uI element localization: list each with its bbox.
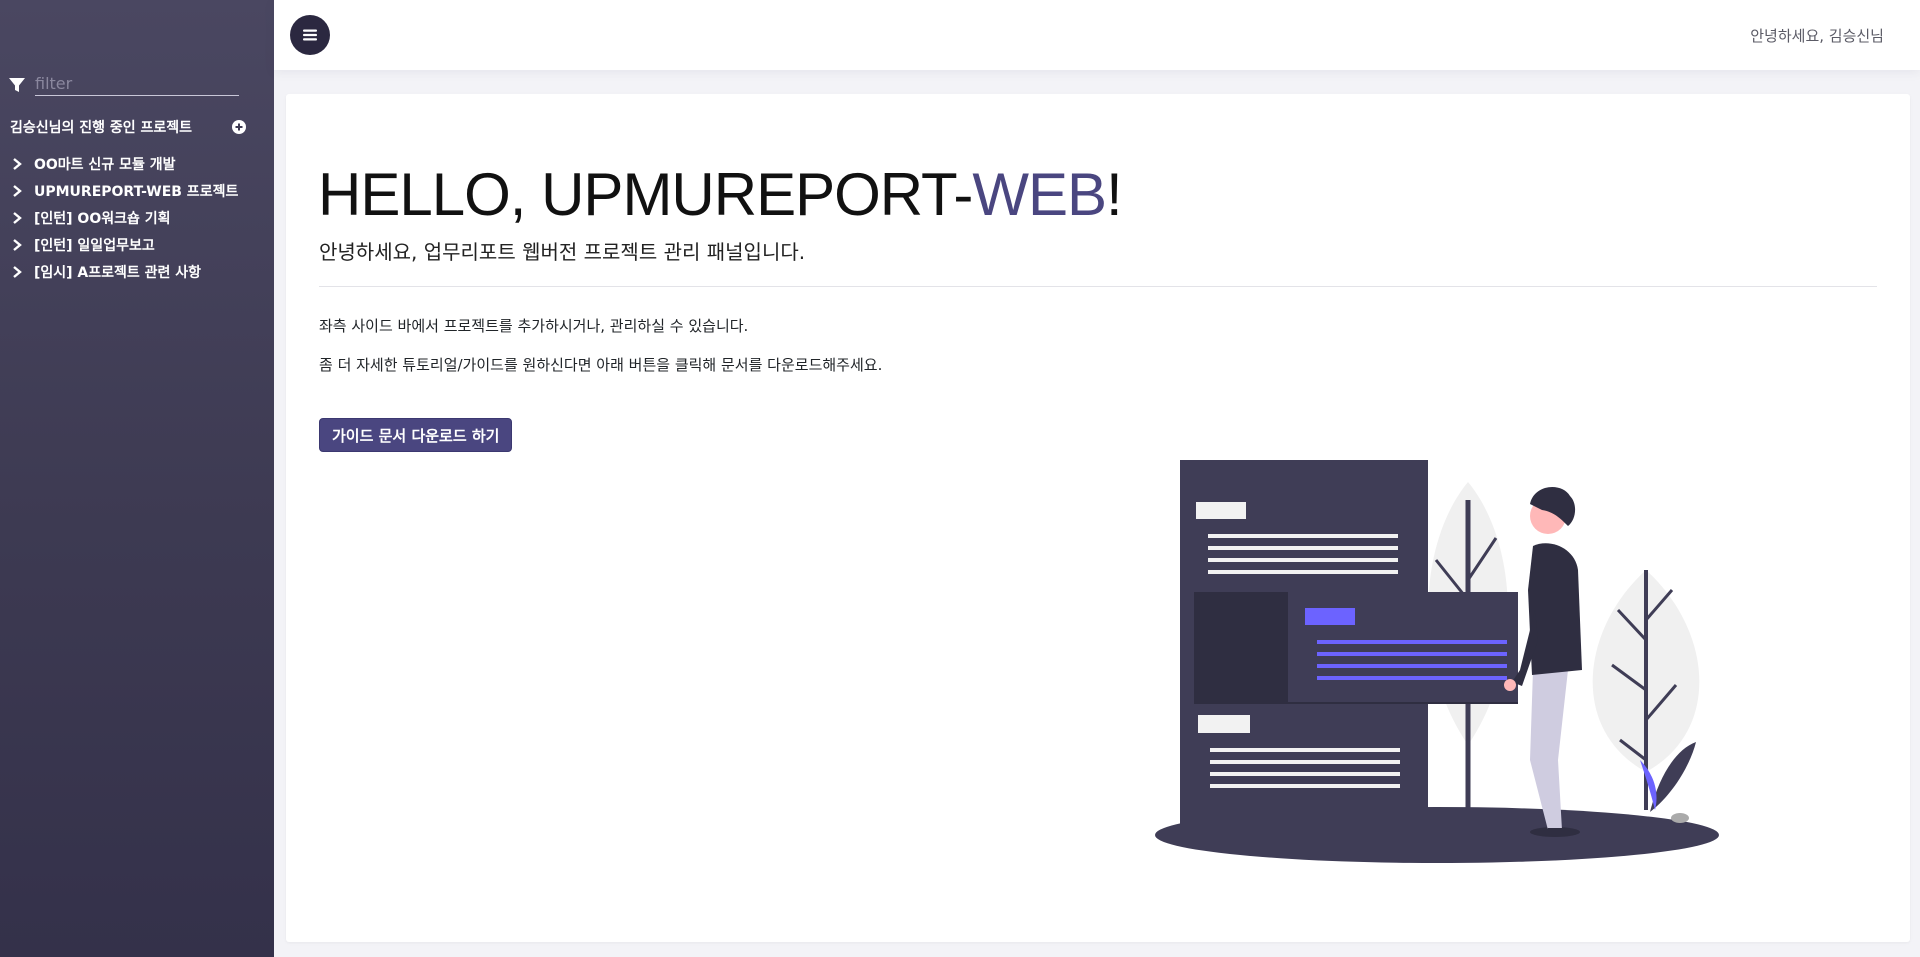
chevron-right-icon [10, 238, 24, 252]
add-project-icon[interactable] [232, 120, 246, 134]
project-section-header: 김승신님의 진행 중인 프로젝트 [10, 117, 246, 137]
project-item[interactable]: [임시] A프로젝트 관련 사항 [10, 258, 238, 285]
chevron-right-icon [10, 157, 24, 171]
sidebar: 김승신님의 진행 중인 프로젝트 OO마트 신규 모듈 개발 UPMUREPOR… [0, 0, 274, 957]
page-subtitle: 안녕하세요, 업무리포트 웹버전 프로젝트 관리 패널입니다. [319, 240, 806, 264]
chevron-right-icon [10, 211, 24, 225]
title-suffix: ! [1106, 161, 1123, 228]
project-item-label: [인턴] 일일업무보고 [34, 237, 155, 254]
title-prefix: HELLO, UPMUREPORT- [318, 161, 973, 228]
menu-toggle-button[interactable] [290, 15, 330, 55]
document-person-illustration [1155, 460, 1719, 863]
title-accent: WEB [972, 161, 1107, 228]
chevron-right-icon [10, 265, 24, 279]
filter-icon [8, 76, 26, 94]
download-guide-button[interactable]: 가이드 문서 다운로드 하기 [319, 418, 513, 452]
divider [319, 286, 1877, 287]
description-sidebar: 좌측 사이드 바에서 프로젝트를 추가하시거나, 관리하실 수 있습니다. [319, 317, 749, 335]
project-item[interactable]: OO마트 신규 모듈 개발 [10, 150, 238, 177]
chevron-right-icon [10, 184, 24, 198]
project-item-label: [인턴] OO워크숍 기획 [34, 210, 171, 227]
description-guide: 좀 더 자세한 튜토리얼/가이드를 원하신다면 아래 버튼을 클릭해 문서를 다… [319, 356, 883, 374]
filter-row [8, 74, 239, 96]
project-item-label: [임시] A프로젝트 관련 사항 [34, 264, 202, 281]
project-item-label: UPMUREPORT-WEB 프로젝트 [34, 183, 239, 200]
hamburger-icon [303, 29, 317, 41]
user-greeting: 안녕하세요, 김승신님 [1750, 27, 1884, 45]
filter-input[interactable] [35, 74, 239, 96]
project-item-label: OO마트 신규 모듈 개발 [34, 156, 176, 173]
page-title: HELLO, UPMUREPORT-WEB! [318, 160, 1123, 229]
project-item[interactable]: [인턴] 일일업무보고 [10, 231, 238, 258]
project-item[interactable]: UPMUREPORT-WEB 프로젝트 [10, 177, 238, 204]
project-list: OO마트 신규 모듈 개발 UPMUREPORT-WEB 프로젝트 [인턴] O… [10, 150, 238, 285]
top-bar: 안녕하세요, 김승신님 [274, 0, 1920, 70]
project-section-title: 김승신님의 진행 중인 프로젝트 [10, 120, 193, 136]
project-item[interactable]: [인턴] OO워크숍 기획 [10, 204, 238, 231]
